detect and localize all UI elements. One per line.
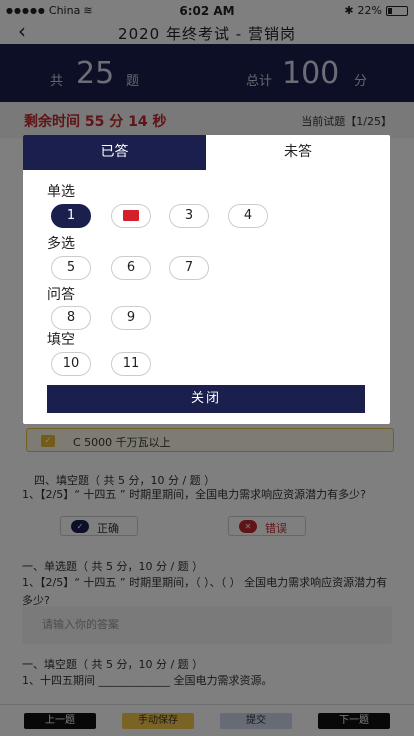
answer-sheet-modal: 已答 未答 单选 1 3 4 多选 5 6 7 问答 8 9 填空 10 11 … <box>23 135 390 424</box>
flag-icon <box>123 210 139 221</box>
tab-answered[interactable]: 已答 <box>23 135 206 170</box>
question-button-10[interactable]: 10 <box>51 352 91 376</box>
question-button-6[interactable]: 6 <box>111 256 151 280</box>
question-button-1[interactable]: 1 <box>51 204 91 228</box>
question-button-flagged[interactable] <box>111 204 151 228</box>
question-button-7[interactable]: 7 <box>169 256 209 280</box>
close-button[interactable]: 关闭 <box>47 385 365 413</box>
section-single-label: 单选 <box>47 184 75 200</box>
tab-unanswered[interactable]: 未答 <box>206 135 390 170</box>
section-qa-label: 问答 <box>47 287 75 303</box>
section-fill-label: 填空 <box>47 332 75 348</box>
question-button-5[interactable]: 5 <box>51 256 91 280</box>
question-button-3[interactable]: 3 <box>169 204 209 228</box>
section-multi-label: 多选 <box>47 236 75 252</box>
question-button-4[interactable]: 4 <box>228 204 268 228</box>
question-button-8[interactable]: 8 <box>51 306 91 330</box>
question-button-11[interactable]: 11 <box>111 352 151 376</box>
question-button-9[interactable]: 9 <box>111 306 151 330</box>
